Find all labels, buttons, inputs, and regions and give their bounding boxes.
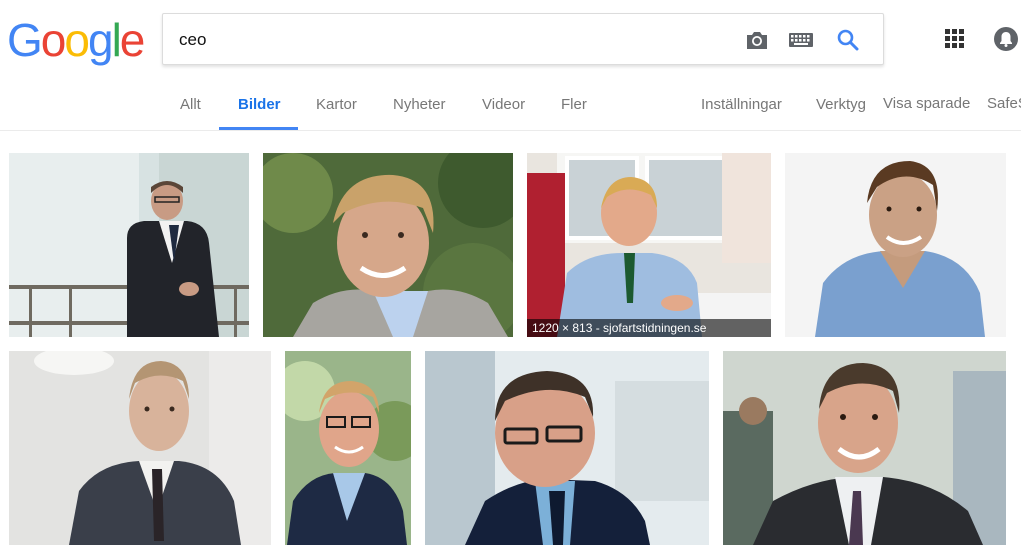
- tab-kartor[interactable]: Kartor: [316, 96, 357, 113]
- logo-letter-l: l: [111, 14, 122, 66]
- search-tabs: Allt Bilder Kartor Nyheter Videor Fler I…: [0, 80, 1021, 131]
- tools-link[interactable]: Verktyg: [816, 96, 866, 113]
- safesearch-link[interactable]: SafeS: [987, 95, 1021, 112]
- logo-letter-g2: g: [87, 14, 114, 66]
- logo-letter-o2: o: [64, 14, 90, 66]
- search-box: [162, 13, 884, 65]
- tab-bilder[interactable]: Bilder: [238, 96, 281, 113]
- image-result[interactable]: [425, 351, 709, 545]
- image-caption: 1220 × 813 - sjofartstidningen.se: [527, 319, 771, 337]
- tab-videor[interactable]: Videor: [482, 96, 525, 113]
- camera-icon[interactable]: [743, 26, 771, 54]
- active-tab-indicator: [219, 127, 298, 130]
- logo-letter-g: G: [7, 14, 43, 66]
- logo-letter-e: e: [119, 14, 146, 66]
- notifications-icon[interactable]: [994, 27, 1018, 51]
- image-result[interactable]: [723, 351, 1006, 545]
- image-result[interactable]: [785, 153, 1006, 337]
- tab-nyheter[interactable]: Nyheter: [393, 96, 446, 113]
- image-result[interactable]: [9, 351, 271, 545]
- tab-fler[interactable]: Fler: [561, 96, 587, 113]
- image-result[interactable]: [285, 351, 411, 545]
- keyboard-icon[interactable]: [787, 26, 815, 54]
- header: Google: [0, 0, 1021, 80]
- google-logo[interactable]: Google: [7, 14, 146, 66]
- apps-grid-icon[interactable]: [945, 29, 965, 49]
- image-results-grid: 1220 × 813 - sjofartstidningen.se: [0, 132, 1021, 552]
- settings-link[interactable]: Inställningar: [701, 96, 782, 113]
- saved-link[interactable]: Visa sparade: [883, 95, 970, 112]
- logo-letter-o1: o: [40, 14, 67, 66]
- image-result[interactable]: [263, 153, 513, 337]
- image-result[interactable]: 1220 × 813 - sjofartstidningen.se: [527, 153, 771, 337]
- image-result[interactable]: [9, 153, 249, 337]
- search-input[interactable]: [179, 28, 719, 52]
- search-icon[interactable]: [834, 26, 862, 54]
- tab-allt[interactable]: Allt: [180, 96, 201, 113]
